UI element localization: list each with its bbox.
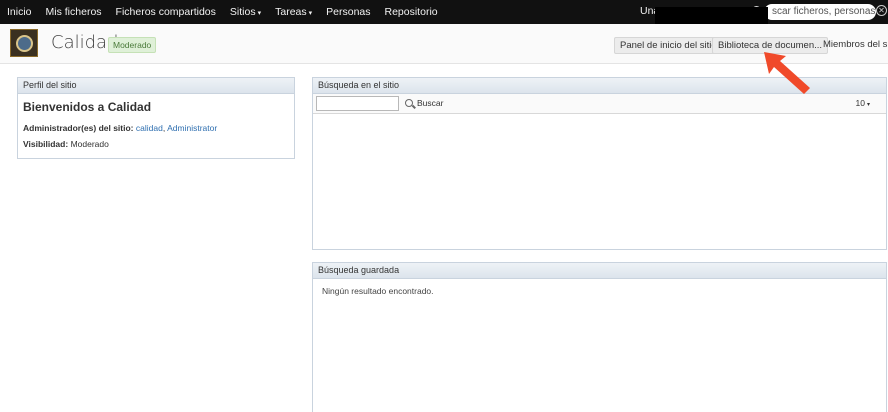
nav-item-label: Mis ficheros [45, 6, 102, 18]
nav-item-label: Tareas [275, 6, 307, 18]
chevron-down-icon: ▾ [257, 10, 262, 17]
admins-label: Administrador(es) del sitio: [23, 123, 134, 133]
visibility-value: Moderado [70, 139, 109, 149]
profile-welcome-heading: Bienvenidos a Calidad [23, 100, 152, 114]
profile-visibility-row: Visibilidad: Moderado [23, 139, 109, 149]
arrow-shape [764, 52, 810, 94]
nav-item-mis-ficheros[interactable]: Mis ficheros [39, 6, 109, 18]
visibility-badge: Moderado [108, 37, 157, 53]
nav-item-label: Ficheros compartidos [115, 6, 216, 18]
nav-item-sitios[interactable]: Sitios ▾ [223, 6, 268, 18]
profile-admins-row: Administrador(es) del sitio: calidad, Ad… [23, 123, 217, 133]
dashlet-title: Búsqueda guardada [313, 263, 886, 279]
chevron-down-icon: ▾ [866, 102, 870, 108]
empty-results-message: Ningún resultado encontrado. [322, 286, 434, 296]
search-icon[interactable] [405, 99, 413, 107]
site-members-button[interactable]: Miembros del siti [818, 37, 888, 54]
site-profile-dashlet: Perfil del sitio Bienvenidos a Calidad A… [17, 77, 295, 159]
site-dashboard-button[interactable]: Panel de inicio del sitio [614, 37, 723, 54]
saved-search-dashlet: Búsqueda guardada Ningún resultado encon… [312, 262, 887, 412]
dashlet-title: Perfil del sitio [18, 78, 294, 94]
nav-item-label: Sitios [229, 6, 256, 18]
visibility-label: Visibilidad: [23, 139, 69, 149]
chevron-down-icon: ▾ [308, 10, 313, 17]
nav-item-ficheros-compartidos[interactable]: Ficheros compartidos [109, 6, 223, 18]
nav-item-label: Repositorio [384, 6, 438, 18]
site-search-dashlet: Búsqueda en el sitio Buscar 10 ▾ [312, 77, 887, 250]
nav-item-repositorio[interactable]: Repositorio [378, 6, 445, 18]
site-search-input[interactable] [316, 96, 399, 111]
admins-separator: , [162, 123, 166, 133]
nav-item-tareas[interactable]: Tareas ▾ [268, 6, 319, 18]
site-logo[interactable] [10, 29, 38, 57]
logo-emblem-icon [16, 35, 33, 52]
admin-link-calidad[interactable]: calidad [136, 123, 163, 133]
admin-link-administrator[interactable]: Administrator [167, 123, 217, 133]
annotation-arrow-icon [764, 52, 810, 94]
top-nav-bar: Inicio Mis ficheros Ficheros compartidos… [0, 0, 888, 26]
global-search-input[interactable]: scar ficheros, personas, siti [764, 4, 876, 20]
site-header: Calidad Moderado Panel de inicio del sit… [0, 24, 888, 64]
search-button[interactable]: Buscar [417, 98, 443, 108]
nav-item-label: Inicio [7, 6, 32, 18]
page-size-dropdown[interactable]: 10 ▾ [856, 98, 870, 108]
nav-item-personas[interactable]: Personas [319, 6, 377, 18]
nav-item-label: Personas [326, 6, 371, 18]
page-size-value: 10 [855, 98, 865, 108]
main-nav: Inicio Mis ficheros Ficheros compartidos… [0, 0, 445, 24]
nav-item-inicio[interactable]: Inicio [0, 6, 39, 18]
close-icon[interactable]: ✕ [876, 5, 887, 16]
